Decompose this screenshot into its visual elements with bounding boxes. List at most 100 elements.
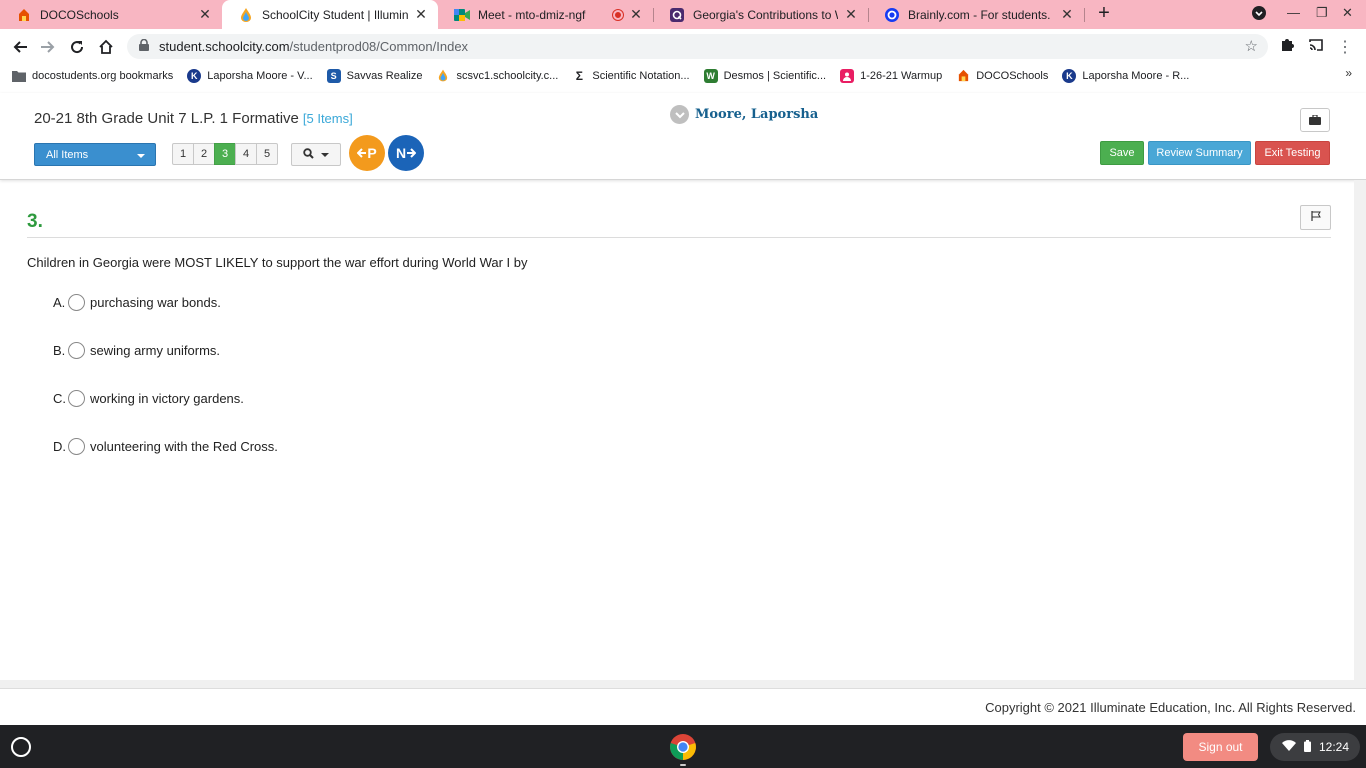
tab-title: Georgia's Contributions to WWI (693, 7, 838, 22)
close-icon[interactable]: ✕ (844, 6, 858, 23)
page-button-2[interactable]: 2 (193, 143, 215, 165)
restore-icon[interactable]: ❐ (1316, 5, 1328, 21)
tab-docoschools[interactable]: DOCOSchools ✕ (0, 0, 222, 29)
address-bar[interactable]: student.schoolcity.com/studentprod08/Com… (127, 34, 1268, 59)
launcher-icon[interactable] (11, 737, 31, 757)
toolkit-button[interactable] (1300, 108, 1330, 132)
extensions-puzzle-icon[interactable] (1277, 37, 1297, 57)
page-button-3[interactable]: 3 (214, 143, 236, 165)
new-tab-plus-icon[interactable]: + (1094, 3, 1114, 24)
more-menu-icon[interactable]: ⋮ (1335, 37, 1355, 57)
bookmark-label: 1-26-21 Warmup (860, 69, 943, 82)
battery-icon (1304, 739, 1311, 755)
savvas-icon: S (326, 68, 341, 83)
bookmark-scientific-notation[interactable]: Σ Scientific Notation... (572, 69, 690, 83)
tab-search-icon[interactable] (1252, 6, 1266, 23)
choice-text: sewing army uniforms. (90, 343, 221, 358)
save-button[interactable]: Save (1100, 141, 1144, 165)
folder-icon (12, 69, 26, 83)
bookmarks-overflow-icon[interactable]: » (1345, 66, 1352, 80)
previous-button[interactable]: P (349, 135, 385, 171)
bookmark-laporsha-v[interactable]: K Laporsha Moore - V... (187, 68, 313, 83)
home-icon[interactable] (95, 36, 117, 58)
caret-down-icon (137, 154, 145, 158)
tab-meet[interactable]: Meet - mto-dmiz-ngf ✕ (438, 0, 653, 29)
tab-schoolcity[interactable]: SchoolCity Student | Illuminate E ✕ (222, 0, 438, 29)
choice-letter: B. (53, 343, 66, 358)
status-tray[interactable]: 12:24 (1270, 733, 1360, 761)
close-icon[interactable]: ✕ (629, 6, 643, 23)
page-button-1[interactable]: 1 (172, 143, 194, 165)
schoolcity-icon (436, 69, 450, 83)
bookmark-star-icon[interactable]: ☆ (1245, 37, 1258, 55)
choice-text: working in victory gardens. (90, 391, 244, 406)
sign-out-button[interactable]: Sign out (1183, 733, 1258, 761)
next-label: N (395, 145, 407, 161)
student-name: Moore, Laporsha (695, 107, 819, 122)
schoolcity-icon (238, 7, 254, 23)
chrome-icon[interactable] (669, 733, 697, 761)
question-number: 3. (27, 211, 43, 232)
choice-radio[interactable] (68, 438, 85, 455)
k-logo-icon: K (187, 68, 202, 83)
test-title: 20-21 8th Grade Unit 7 L.P. 1 Formative[… (34, 110, 353, 127)
tab-separator (1084, 8, 1085, 22)
tab-quizlet[interactable]: Georgia's Contributions to WWI ✕ (653, 0, 868, 29)
choice-text: purchasing war bonds. (90, 295, 221, 310)
bookmark-savvas[interactable]: S Savvas Realize (326, 68, 422, 83)
close-icon[interactable]: ✕ (1060, 6, 1074, 23)
next-button[interactable]: N (388, 135, 424, 171)
bookmarks-bar: docostudents.org bookmarks K Laporsha Mo… (0, 64, 1366, 87)
answer-choice-c[interactable]: C. working in victory gardens. (53, 390, 244, 407)
docoschools-icon (956, 69, 970, 83)
close-window-icon[interactable]: ✕ (1342, 5, 1353, 21)
lock-icon (139, 38, 153, 54)
choice-radio[interactable] (68, 342, 85, 359)
flag-icon (1310, 210, 1322, 225)
bookmark-docostudents[interactable]: docostudents.org bookmarks (12, 69, 173, 83)
question-divider (27, 237, 1331, 238)
all-items-dropdown[interactable]: All Items (34, 143, 156, 166)
bookmark-warmup[interactable]: 1-26-21 Warmup (840, 68, 943, 83)
back-icon[interactable] (9, 36, 31, 58)
reload-icon[interactable] (66, 36, 88, 58)
page-button-5[interactable]: 5 (256, 143, 278, 165)
bookmark-desmos[interactable]: W Desmos | Scientific... (703, 68, 826, 83)
meet-icon (454, 7, 470, 23)
running-indicator (680, 764, 686, 766)
choice-letter: A. (53, 295, 66, 310)
choice-radio[interactable] (68, 390, 85, 407)
close-icon[interactable]: ✕ (414, 6, 428, 23)
flag-question-button[interactable] (1300, 205, 1331, 230)
previous-label: P (367, 145, 377, 161)
close-icon[interactable]: ✕ (198, 6, 212, 23)
minimize-icon[interactable]: — (1287, 5, 1300, 20)
bookmark-label: Laporsha Moore - V... (207, 69, 313, 82)
choice-letter: C. (53, 391, 66, 406)
cast-icon[interactable] (1306, 37, 1326, 57)
search-dropdown-button[interactable] (291, 143, 341, 166)
page-footer: Copyright © 2021 Illuminate Education, I… (0, 688, 1366, 725)
answer-choice-a[interactable]: A. purchasing war bonds. (53, 294, 221, 311)
browser-toolbar: student.schoolcity.com/studentprod08/Com… (0, 29, 1366, 64)
search-icon (303, 147, 314, 162)
exit-testing-button[interactable]: Exit Testing (1255, 141, 1330, 165)
arrow-right-icon (406, 145, 417, 161)
tab-brainly[interactable]: Brainly.com - For students. By st ✕ (868, 0, 1084, 29)
review-summary-button[interactable]: Review Summary (1148, 141, 1251, 165)
copyright-text: Copyright © 2021 Illuminate Education, I… (985, 700, 1356, 715)
choice-radio[interactable] (68, 294, 85, 311)
page-scrollbar[interactable] (1354, 180, 1366, 682)
page-button-4[interactable]: 4 (235, 143, 257, 165)
url-host: student.schoolcity.com (159, 39, 290, 54)
forward-icon[interactable] (37, 36, 59, 58)
bookmark-label: DOCOSchools (976, 69, 1049, 82)
test-header: 20-21 8th Grade Unit 7 L.P. 1 Formative[… (0, 93, 1366, 180)
student-menu[interactable]: Moore, Laporsha (670, 105, 818, 124)
bookmark-docoschools[interactable]: DOCOSchools (956, 69, 1048, 83)
bookmark-scsvc1[interactable]: scsvc1.schoolcity.c... (436, 69, 558, 83)
wifi-icon (1282, 740, 1296, 754)
bookmark-laporsha-r[interactable]: K Laporsha Moore - R... (1062, 68, 1189, 83)
answer-choice-d[interactable]: D. volunteering with the Red Cross. (53, 438, 278, 455)
answer-choice-b[interactable]: B. sewing army uniforms. (53, 342, 220, 359)
